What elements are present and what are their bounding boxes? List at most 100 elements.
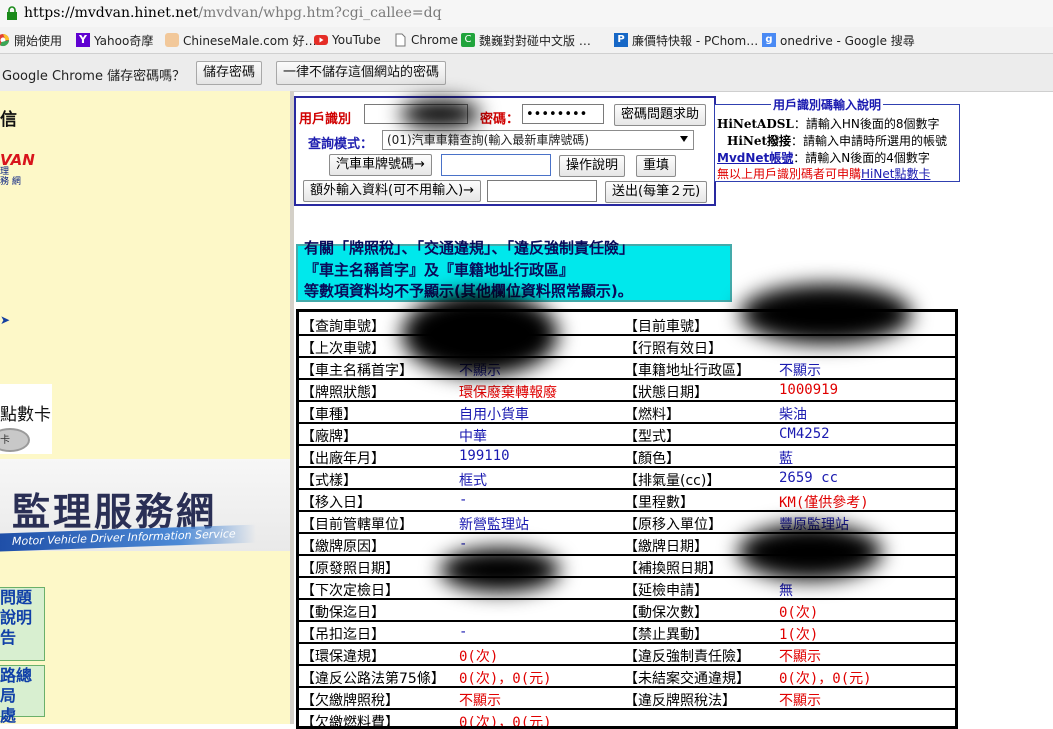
faq-link[interactable]: 問題 說明 告: [0, 587, 45, 661]
dropdown-arrow-icon: [680, 136, 688, 142]
field-label: 【排氣量(cc)】: [624, 473, 721, 489]
field-label: 【吊扣迄日】: [301, 627, 385, 643]
field-label: 【原發照日期】: [301, 561, 399, 577]
submit-button[interactable]: 送出(每筆２元): [605, 181, 708, 203]
mvdnet-link[interactable]: MvdNet帳號: [717, 151, 793, 165]
password-input[interactable]: ••••••••: [522, 104, 604, 124]
field-label: 【查詢車號】: [301, 319, 385, 335]
bureau-line-1: 路總局: [0, 666, 33, 705]
google-icon: g: [762, 33, 776, 47]
bookmark-label: 開始使用: [14, 33, 63, 48]
service-banner[interactable]: 監理服務網 Motor Vehicle Driver Information S…: [0, 459, 290, 552]
table-row: 【車主名稱首字】不顯示【車籍地址行政區】不顯示: [299, 358, 955, 380]
lock-icon: [7, 6, 17, 20]
field-label: 【延檢申請】: [624, 583, 708, 599]
field-value: 中華: [459, 429, 487, 445]
plate-number-button[interactable]: 汽車車牌號碼→: [329, 154, 432, 176]
point-card-sub: 卡: [0, 435, 10, 446]
field-value: 0(次)，0(元): [459, 715, 552, 729]
password-help-button[interactable]: 密碼問題求助: [614, 104, 707, 126]
field-value: 框式: [459, 473, 487, 489]
bookmark-yahoo[interactable]: Y Yahoo奇摩: [76, 31, 153, 49]
bureau-line-2: 處: [0, 706, 17, 724]
extra-input-field[interactable]: [487, 180, 597, 202]
infobar-message: Google Chrome 儲存密碼嗎？: [2, 69, 186, 84]
user-id-label: 用戶識別: [299, 112, 352, 127]
user-id-help-box: 用戶識別碼輸入說明 HiNetADSL：請輸入HN後面的8個數字 HiNet撥接…: [714, 96, 960, 182]
field-label: 【違反強制責任險】: [624, 649, 750, 665]
faq-line-1: 問題: [0, 588, 33, 607]
bookmark-google[interactable]: g onedrive - Google 搜尋: [762, 31, 915, 49]
field-label: 【原移入單位】: [624, 517, 722, 533]
address-bar[interactable]: https://mvdvan.hinet.net/mvdvan/whpg.htm…: [0, 0, 1053, 28]
chinesemale-icon: [165, 33, 179, 47]
field-label: 【繳牌日期】: [624, 539, 708, 555]
field-label: 【出廠年月】: [301, 451, 385, 467]
bookmark-label: Chrome: [411, 33, 459, 47]
bookmark-label: onedrive - Google 搜尋: [780, 33, 915, 48]
query-mode-label: 查詢模式：: [308, 137, 374, 152]
field-value: 0(次): [779, 605, 819, 621]
field-value: 不顯示: [779, 649, 821, 665]
notice-line-2: 『車主名稱首字』及『車籍地址行政區』: [304, 261, 575, 279]
faq-line-2: 說明: [0, 608, 33, 627]
field-value: 無: [779, 583, 793, 599]
field-value: -: [459, 492, 468, 508]
never-save-password-button[interactable]: 一律不儲存這個網站的密碼: [276, 61, 447, 85]
save-password-button[interactable]: 儲存密碼: [196, 61, 263, 85]
instructions-button[interactable]: 操作說明: [559, 155, 626, 177]
plate-number-input[interactable]: [441, 154, 551, 176]
field-label: 【車籍地址行政區】: [624, 363, 750, 379]
field-label: 【補換照日期】: [624, 561, 722, 577]
bookmark-label: YouTube: [332, 33, 381, 47]
faq-line-3: 告: [0, 628, 17, 647]
point-card-link[interactable]: 點數卡 卡: [0, 384, 52, 454]
field-label: 【型式】: [624, 429, 680, 445]
hinet-card-link[interactable]: HiNet點數卡: [861, 167, 930, 181]
bookmark-chinesemale[interactable]: ChineseMale.com 好…: [165, 31, 317, 49]
table-row: 【欠繳燃料費】 0(次)，0(元): [299, 710, 955, 729]
bookmark-pchome[interactable]: P 廉價特快報 - PChom…: [614, 31, 758, 49]
help-row-dialup: HiNet撥接：請輸入申請時所選用的帳號: [727, 132, 947, 149]
help-note: 無以上用戶識別碼者可申購HiNet點數卡: [717, 165, 930, 182]
query-mode-select[interactable]: (01)汽車車籍查詢(輸入最新車牌號碼): [382, 130, 694, 150]
query-mode-value: (01)汽車車籍查詢(輸入最新車牌號碼): [387, 133, 589, 147]
field-value: 0(次)，0(元): [459, 671, 552, 687]
field-label: 【違反牌照稅法】: [624, 693, 736, 709]
help-text: ：請輸入申請時所選用的帳號: [791, 134, 948, 148]
field-label: 【行照有效日】: [624, 341, 722, 357]
help-key: HiNet撥接: [727, 134, 792, 148]
field-label: 【燃料】: [624, 407, 680, 423]
table-row: 【出廠年月】 199110 【顏色】 藍: [299, 446, 955, 468]
bookmark-game[interactable]: C 魏巍對對碰中文版 …: [461, 31, 591, 49]
field-label: 【繳牌原因】: [301, 539, 385, 555]
bookmark-chrome[interactable]: Chrome: [393, 31, 458, 49]
url-text[interactable]: https://mvdvan.hinet.net/mvdvan/whpg.htm…: [24, 5, 442, 21]
field-label: 【上次車號】: [301, 341, 385, 357]
field-value: -: [459, 536, 468, 552]
field-label: 【移入日】: [301, 495, 371, 511]
field-label: 【式樣】: [301, 473, 357, 489]
table-row: 【違反公路法第75條】 0(次)，0(元) 【未結案交通違規】 0(次)，0(元): [299, 666, 955, 688]
green-app-icon: C: [461, 33, 475, 47]
field-label: 【動保次數】: [624, 605, 708, 621]
extra-input-button[interactable]: 額外輸入資料(可不用輸入)→: [303, 180, 482, 202]
bookmark-apps[interactable]: 開始使用: [0, 31, 62, 49]
field-value: 2659 cc: [779, 470, 839, 486]
bookmark-label: Yahoo奇摩: [94, 33, 154, 48]
field-value: 1000919: [779, 382, 839, 398]
highway-bureau-link[interactable]: 路總局 處: [0, 665, 45, 724]
field-label: 【牌照狀態】: [301, 385, 385, 401]
field-label: 【目前車號】: [624, 319, 708, 335]
redaction-user-id: [400, 100, 480, 128]
field-value: 不顯示: [459, 693, 501, 709]
bookmark-youtube[interactable]: YouTube: [314, 31, 381, 49]
arrow-icon: ➤: [0, 313, 11, 327]
table-row: 【廠牌】 中華 【型式】 CM4252: [299, 424, 955, 446]
table-row: 【車種】 自用小貨車 【燃料】 柴油: [299, 402, 955, 424]
field-value: 不顯示: [779, 363, 821, 379]
table-row: 【欠繳牌照稅】 不顯示 【違反牌照稅法】 不顯示: [299, 688, 955, 710]
field-value: 自用小貨車: [459, 407, 529, 423]
redaction-dates-right: [738, 524, 882, 580]
reset-button[interactable]: 重填: [636, 155, 677, 177]
